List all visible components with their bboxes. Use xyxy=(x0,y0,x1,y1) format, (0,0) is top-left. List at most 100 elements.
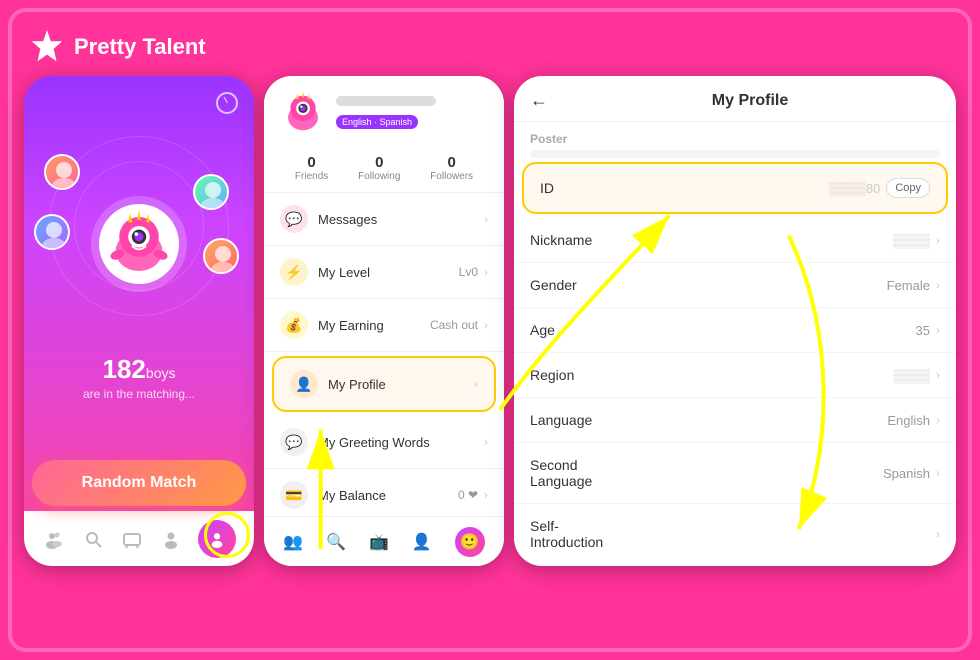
match-count: 182boys are in the matching... xyxy=(83,354,195,401)
small-avatar-3 xyxy=(193,174,229,210)
nickname-value: ▒▒▒▒ xyxy=(630,233,930,248)
copy-button[interactable]: Copy xyxy=(886,178,930,198)
lang-badge: English · Spanish xyxy=(336,115,418,129)
level-value: Lv0 xyxy=(459,265,478,279)
field-id[interactable]: ID ▒▒▒▒80 Copy xyxy=(522,162,948,214)
menu-item-messages[interactable]: 💬 Messages › xyxy=(264,193,504,246)
screen1: 182boys are in the matching... Random Ma… xyxy=(24,76,254,566)
greeting-icon: 💬 xyxy=(280,428,308,456)
screen1-bottom-nav xyxy=(24,511,254,566)
nav-tv-icon[interactable] xyxy=(120,527,144,551)
gender-label: Gender xyxy=(530,277,630,293)
nav2-people-icon[interactable]: 👤 xyxy=(412,532,432,552)
screen2-wrapper: English · Spanish 0 Friends 0 Following … xyxy=(264,76,504,566)
age-arrow: › xyxy=(936,323,940,337)
field-gender[interactable]: Gender Female › xyxy=(514,263,956,308)
nav-profile-icon[interactable] xyxy=(198,520,236,558)
earning-value: Cash out xyxy=(430,318,478,332)
app-title: Pretty Talent xyxy=(74,34,206,60)
id-field-value: ▒▒▒▒80 xyxy=(640,181,880,196)
gender-value: Female xyxy=(630,278,930,293)
nickname-arrow: › xyxy=(936,233,940,247)
balance-value: 0 ❤ xyxy=(458,488,478,502)
content-area: 182boys are in the matching... Random Ma… xyxy=(24,76,956,636)
stat-followers-label: Followers xyxy=(430,171,473,182)
stat-followers: 0 Followers xyxy=(430,154,473,182)
menu-item-profile[interactable]: 👤 My Profile › xyxy=(272,356,496,412)
nav-search-icon[interactable] xyxy=(81,527,105,551)
screen3-header: ← My Profile xyxy=(514,76,956,122)
poster-section-label: Poster xyxy=(514,122,956,150)
stat-following: 0 Following xyxy=(358,154,400,182)
stat-friends: 0 Friends xyxy=(295,154,328,182)
self-intro-label: Self-Introduction xyxy=(530,518,630,550)
second-language-value: Spanish xyxy=(630,466,930,481)
username-placeholder xyxy=(336,96,436,106)
menu-item-level[interactable]: ⚡ My Level Lv0 › xyxy=(264,246,504,299)
clock-icon xyxy=(216,92,238,114)
screen3-wrapper: ← My Profile Poster ID ▒▒▒▒80 Copy xyxy=(514,76,956,566)
age-value: 35 xyxy=(630,323,930,338)
balance-icon: 💳 xyxy=(280,481,308,509)
region-label: Region xyxy=(530,367,630,383)
match-number: 182 xyxy=(103,354,146,384)
field-facebook[interactable]: Facebook › xyxy=(514,565,956,566)
menu-item-greeting[interactable]: 💬 My Greeting Words › xyxy=(264,416,504,469)
earning-label: My Earning xyxy=(318,318,430,333)
greeting-label: My Greeting Words xyxy=(318,435,478,450)
second-language-arrow: › xyxy=(936,466,940,480)
level-arrow: › xyxy=(484,265,488,279)
messages-label: Messages xyxy=(318,212,478,227)
nickname-label: Nickname xyxy=(530,232,630,248)
field-self-intro[interactable]: Self-Introduction › xyxy=(514,504,956,565)
nav-people-icon[interactable] xyxy=(159,527,183,551)
id-field-label: ID xyxy=(540,180,640,196)
stat-followers-number: 0 xyxy=(430,154,473,171)
screen2-bottom-nav: 👥 🔍 📺 👤 🙂 xyxy=(264,516,504,566)
level-label: My Level xyxy=(318,265,459,280)
match-subtitle: are in the matching... xyxy=(83,387,195,401)
region-arrow: › xyxy=(936,368,940,382)
messages-arrow: › xyxy=(484,212,488,226)
gender-arrow: › xyxy=(936,278,940,292)
app-frame: Pretty Talent xyxy=(8,8,972,652)
random-match-button[interactable]: Random Match xyxy=(32,460,247,506)
nav2-friends-icon[interactable]: 👥 xyxy=(283,532,303,552)
level-icon: ⚡ xyxy=(280,258,308,286)
field-age[interactable]: Age 35 › xyxy=(514,308,956,353)
self-intro-arrow: › xyxy=(936,527,940,541)
stat-friends-label: Friends xyxy=(295,171,328,182)
field-nickname[interactable]: Nickname ▒▒▒▒ › xyxy=(514,218,956,263)
menu-item-earning[interactable]: 💰 My Earning Cash out › xyxy=(264,299,504,352)
field-second-language[interactable]: Second Language Spanish › xyxy=(514,443,956,504)
field-region[interactable]: Region ▒▒▒▒ › xyxy=(514,353,956,398)
nav-friends-icon[interactable] xyxy=(42,527,66,551)
screen1-wrapper: 182boys are in the matching... Random Ma… xyxy=(24,76,254,566)
profile-fields: Poster ID ▒▒▒▒80 Copy Nickname ▒▒▒▒ › xyxy=(514,122,956,566)
avatar-area xyxy=(24,114,254,374)
greeting-arrow: › xyxy=(484,435,488,449)
user-avatar xyxy=(280,90,326,136)
field-language[interactable]: Language English › xyxy=(514,398,956,443)
nav2-search-icon[interactable]: 🔍 xyxy=(326,532,346,552)
poster-image-placeholder xyxy=(530,150,940,158)
menu-list: 💬 Messages › ⚡ My Level Lv0 › 💰 My Earni… xyxy=(264,193,504,516)
small-avatar-4 xyxy=(203,238,239,274)
stat-following-number: 0 xyxy=(358,154,400,171)
small-avatar-1 xyxy=(44,154,80,190)
profile-icon: 👤 xyxy=(290,370,318,398)
earning-arrow: › xyxy=(484,318,488,332)
back-arrow-icon[interactable]: ← xyxy=(530,90,548,111)
profile-page-title: My Profile xyxy=(560,92,940,110)
nav2-tv-icon[interactable]: 📺 xyxy=(369,532,389,552)
small-avatar-2 xyxy=(34,214,70,250)
header: Pretty Talent xyxy=(24,24,956,76)
profile-label: My Profile xyxy=(328,377,468,392)
balance-arrow: › xyxy=(484,488,488,502)
screen2-header: English · Spanish xyxy=(264,76,504,144)
menu-item-balance[interactable]: 💳 My Balance 0 ❤ › xyxy=(264,469,504,516)
region-value: ▒▒▒▒ xyxy=(630,368,930,383)
nav2-profile-active-icon[interactable]: 🙂 xyxy=(455,527,485,557)
stat-following-label: Following xyxy=(358,171,400,182)
match-suffix: boys xyxy=(146,365,176,381)
